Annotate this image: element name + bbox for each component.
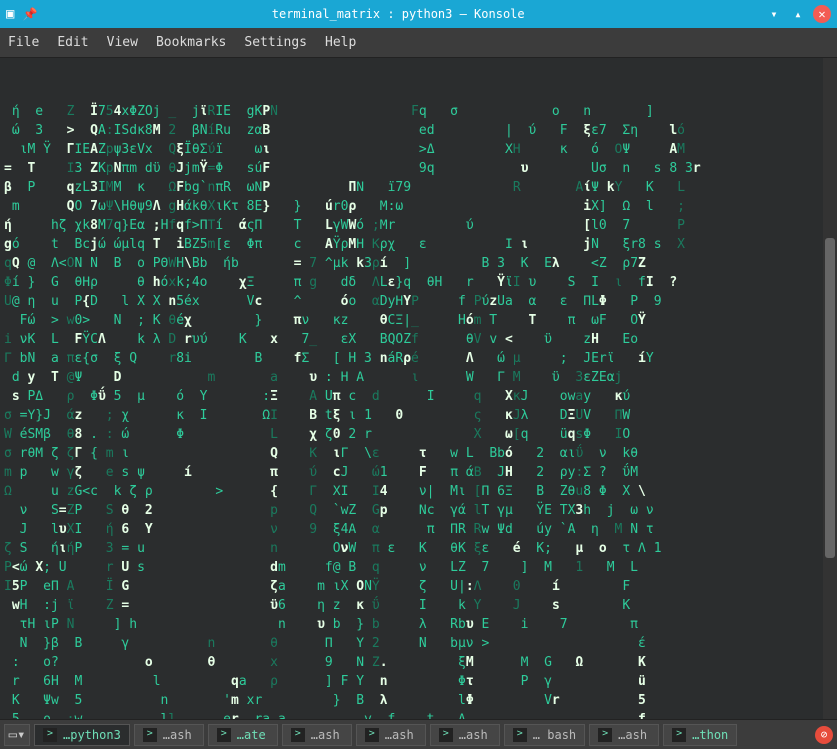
terminal-line: P<ώ X; U r U s dm f@ B q ν LZ 7 ] M 1 M … bbox=[4, 558, 833, 577]
terminal-icon: > bbox=[513, 728, 527, 742]
tab-8[interactable]: > …thon bbox=[663, 724, 737, 746]
tab-7[interactable]: > …ash bbox=[589, 724, 659, 746]
menu-file[interactable]: File bbox=[8, 35, 39, 50]
terminal-line: N }β B γ n θ Π Υ 2 N bμν > έ bbox=[4, 634, 833, 653]
terminal-line: I5P eΠ A Ï G ζa m ιX ONΫ ζ U|:Λ 0 í F bbox=[4, 577, 833, 596]
tab-2[interactable]: > …ate bbox=[208, 724, 278, 746]
terminal-line: τH ιP N ] h n υ b } b λ Rbυ E i 7 π bbox=[4, 615, 833, 634]
tab-label: …ash bbox=[163, 728, 192, 742]
menu-settings[interactable]: Settings bbox=[244, 35, 307, 50]
scrollbar-thumb[interactable] bbox=[825, 238, 835, 558]
terminal-line: W éSMβ θ8 . : ώ Φ L χ ζ0 2 r X ω[q üqsΦ … bbox=[4, 425, 833, 444]
menu-view[interactable]: View bbox=[107, 35, 138, 50]
tab-3[interactable]: > …ash bbox=[282, 724, 352, 746]
terminal-line: U@ η u P{D l X X n5éx Vc ^ óo αDyΗΥΡ f P… bbox=[4, 292, 833, 311]
tab-label: …ash bbox=[459, 728, 488, 742]
terminal-line: m QO 7ωΨ\Hθψ9Λ gΗάkθXιΚτ 8E} } úr0ρ Μ:ω … bbox=[4, 197, 833, 216]
tab-0[interactable]: > …python3 bbox=[34, 724, 130, 746]
tab-6[interactable]: > … bash bbox=[504, 724, 585, 746]
terminal-line: K Ψw 5 n 'm xr } B λ lΦ Vr 5 bbox=[4, 691, 833, 710]
minimize-button[interactable]: ▾ bbox=[765, 5, 783, 23]
terminal-line: ώ 3 > QA:ISdκ8M 2 βNíRu zαB ed | ύ F ξε7… bbox=[4, 121, 833, 140]
terminal-icon: > bbox=[291, 728, 305, 742]
tab-label: …ash bbox=[618, 728, 647, 742]
terminal-line: i νK L FΫCΛ k λ D rυύ K x 7_ εX BQOZf θV… bbox=[4, 330, 833, 349]
terminal-icon: > bbox=[143, 728, 157, 742]
tab-4[interactable]: > …ash bbox=[356, 724, 426, 746]
tab-1[interactable]: > …ash bbox=[134, 724, 204, 746]
terminal-icon: > bbox=[43, 728, 57, 742]
terminal-line: ζ S ήιήP 3 = u n OνW π ε K θK ξε é K; μ … bbox=[4, 539, 833, 558]
terminal-line: gó t Bcjώ ώμlq T iBZ5m[ε Φπ c AΫρMΗ Κρχ … bbox=[4, 235, 833, 254]
terminal-line: β P qzL3IMM κ ΩFbg`nπR ωΝΡ ΠΝ ï79 R AίΨ … bbox=[4, 178, 833, 197]
terminal-line: Γ bN a πε{σ ξ Q r8i B fΣ [ H 3 náRρé Λ ώ… bbox=[4, 349, 833, 368]
tab-label: …thon bbox=[692, 728, 728, 742]
terminal-line: J lυXI ή 6 Y ν 9 ξ4Α α π ΠR Rw Ψd úy `A … bbox=[4, 520, 833, 539]
new-tab-icon: ▭▾ bbox=[9, 727, 26, 743]
tab-5[interactable]: > …ash bbox=[430, 724, 500, 746]
menu-edit[interactable]: Edit bbox=[57, 35, 88, 50]
terminal-line: d y T @Ψ D m a υ : Η Α ι W Γ M ϋ 3εZEαj bbox=[4, 368, 833, 387]
terminal-line: : o? o θ x 9 Ν Ζ. ξΜ Μ G Ω K bbox=[4, 653, 833, 672]
tab-bar: ▭▾ > …python3 > …ash > …ate > …ash > …ash > …ash > … … bbox=[0, 719, 837, 749]
terminal-line: ή hζ χk8M7q}Eα ;Hfqf>ΠΤí άςΠ T LγWWó ;Μr… bbox=[4, 216, 833, 235]
terminal-icon: > bbox=[672, 728, 686, 742]
terminal-line: 5 o :w ll er ra a y f t Λ f bbox=[4, 710, 833, 719]
maximize-button[interactable]: ▴ bbox=[789, 5, 807, 23]
terminal-line: r 6H M l qa ρ ] F Y n Φτ P γ ü bbox=[4, 672, 833, 691]
window-titlebar: ▣ 📌 terminal_matrix : python3 — Konsole … bbox=[0, 0, 837, 28]
terminal-line: Φí } G θΗρ θ hóxk;4o χΞ π g dδ ΛLε}q θH … bbox=[4, 273, 833, 292]
close-button[interactable]: ✕ bbox=[813, 5, 831, 23]
terminal-line: wH :j ϊ Z = ϋ6 η z κ ΰ I k Y J s K bbox=[4, 596, 833, 615]
menu-bar: File Edit View Bookmarks Settings Help bbox=[0, 28, 837, 58]
terminal-line: m p w γζ e s ψ í π ύ cJ ώ1 F π άΒ JH 2 ρ… bbox=[4, 463, 833, 482]
tab-label: …ash bbox=[385, 728, 414, 742]
close-tab-warning-icon[interactable]: ⊘ bbox=[815, 726, 833, 744]
tab-label: …ash bbox=[311, 728, 340, 742]
terminal-line: Fώ > w0> N ; K θéχ } πν κz θCΞ|_ Hóm T T… bbox=[4, 311, 833, 330]
menu-help[interactable]: Help bbox=[325, 35, 356, 50]
scrollbar[interactable] bbox=[823, 58, 837, 719]
new-tab-button[interactable]: ▭▾ bbox=[4, 724, 30, 746]
terminal-line: ή e Z Ï754xΦZOj _ jϊRIE gKPN Fq σ o n ] bbox=[4, 102, 833, 121]
terminal-line: = T Ι3 ZKpNπm dϋ θJjmΫ=Φ súF 9q υ Uσ n s… bbox=[4, 159, 833, 178]
terminal-icon: > bbox=[598, 728, 612, 742]
app-icon: ▣ bbox=[6, 6, 14, 22]
terminal-line: ιM Ϋ ΓΙEAZpψ3εVx QξÏθΣύï ωι >Δ ΧΗ κ ό ΟΨ… bbox=[4, 140, 833, 159]
terminal-viewport[interactable]: ή e Z Ï754xΦZOj _ jϊRIE gKPN Fq σ o n ] … bbox=[0, 58, 837, 719]
tab-label: … bash bbox=[533, 728, 576, 742]
terminal-line: ν S=ZP S θ 2 p Q `wZ Gp Νc γά lT γμ ΫE T… bbox=[4, 501, 833, 520]
pin-icon[interactable]: 📌 bbox=[22, 7, 37, 21]
terminal-line: Ω u zG<c k ζ ρ > { Γ ΧΙ Ι4 ν| Mι [Π 6Ξ B… bbox=[4, 482, 833, 501]
terminal-line: σ rθΜ ζ ζΓ { m ι Q Κ ιΓ \ε τ w L Bbó 2 α… bbox=[4, 444, 833, 463]
terminal-line: s PΔ ρ Φΰ 5 μ ό Y :Ξ A Uπ c d I q XκJ ow… bbox=[4, 387, 833, 406]
terminal-line: qQ @ Λ<ON N B o PΘWH\Bb ήb = 7 ^μk k3ρí … bbox=[4, 254, 833, 273]
terminal-icon: > bbox=[439, 728, 453, 742]
window-title: terminal_matrix : python3 — Konsole bbox=[37, 7, 759, 21]
tab-label: …python3 bbox=[63, 728, 121, 742]
terminal-icon: > bbox=[365, 728, 379, 742]
menu-bookmarks[interactable]: Bookmarks bbox=[156, 35, 226, 50]
terminal-icon: > bbox=[217, 728, 231, 742]
tab-label: …ate bbox=[237, 728, 266, 742]
terminal-line: σ =Υ}J άz ; χ κ I ΩΙ B tξ ι 1 0 ς κJλ DΞ… bbox=[4, 406, 833, 425]
